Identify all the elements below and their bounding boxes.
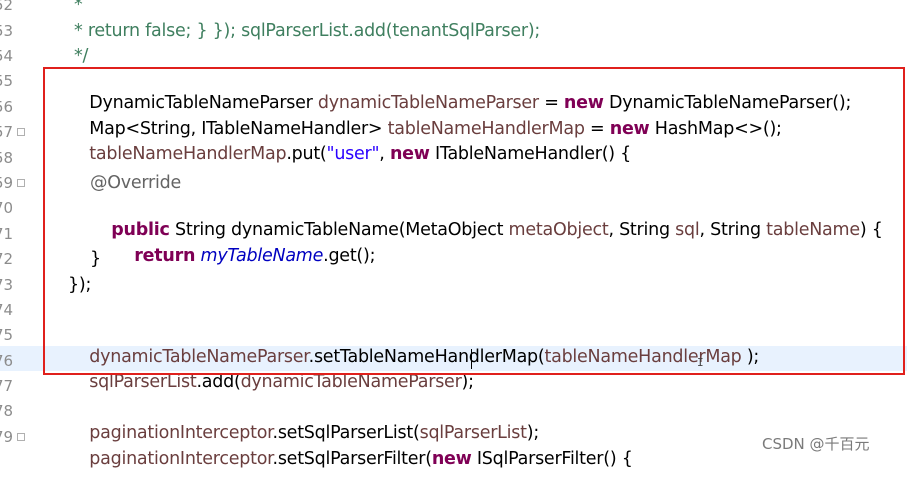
line-number: 76 bbox=[0, 352, 14, 370]
code-token: dynamicTableNameParser bbox=[240, 372, 462, 392]
code-token: paginationInterceptor bbox=[89, 449, 273, 469]
code-token: ); bbox=[461, 372, 474, 392]
red-annotation-box bbox=[43, 67, 905, 375]
code-editor[interactable]: 52 53 54 55 56 57 58 59 70 71 72 73 74 7… bbox=[0, 0, 907, 469]
line-number: 74 bbox=[0, 301, 14, 319]
line-number: 55 bbox=[0, 72, 14, 90]
code-token: sqlParserList bbox=[89, 372, 197, 392]
watermark: CSDN @千百元 bbox=[762, 435, 870, 453]
line-number: 77 bbox=[0, 377, 14, 395]
line-number: 70 bbox=[0, 199, 14, 217]
code-line-79: paginationInterceptor.setSqlParserFilter… bbox=[68, 426, 633, 492]
code-line-53: * return false; } }); sqlParserList.add(… bbox=[74, 21, 541, 41]
fold-toggle-icon[interactable] bbox=[17, 179, 25, 187]
line-number: 75 bbox=[0, 326, 14, 344]
fold-toggle-icon[interactable] bbox=[17, 128, 25, 136]
code-token: new bbox=[431, 449, 472, 469]
line-number: 73 bbox=[0, 276, 14, 294]
line-number: 72 bbox=[0, 250, 14, 268]
line-number: 52 bbox=[0, 0, 14, 14]
line-number: 54 bbox=[0, 47, 14, 65]
code-token: .setSqlParserFilter( bbox=[272, 449, 433, 469]
line-number: 58 bbox=[0, 149, 14, 167]
code-token: ISqlParserFilter() { bbox=[471, 449, 633, 469]
fold-toggle-icon[interactable] bbox=[17, 433, 25, 441]
line-number: 56 bbox=[0, 98, 14, 116]
line-number: 53 bbox=[0, 22, 14, 40]
line-number: 71 bbox=[0, 225, 14, 243]
code-line-54: */ bbox=[74, 46, 89, 66]
code-line-52: * bbox=[74, 0, 83, 15]
code-token: .add( bbox=[196, 372, 241, 392]
line-number: 78 bbox=[0, 402, 14, 420]
